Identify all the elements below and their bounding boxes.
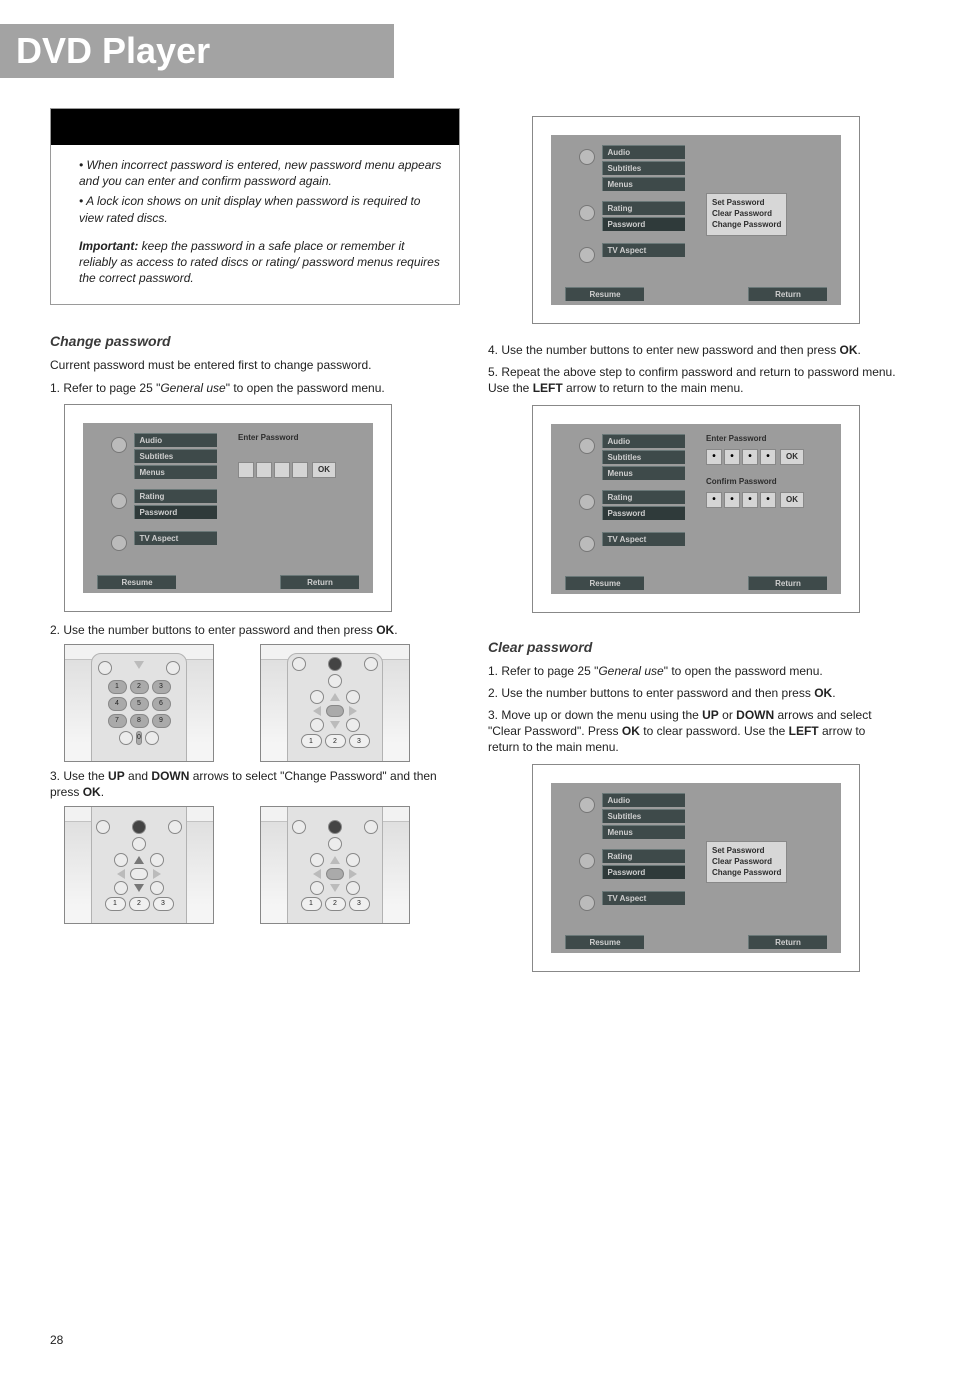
change-password-intro: Current password must be entered first t… [50, 357, 460, 373]
remote-arrows-row: 1 2 3 [64, 806, 460, 924]
language-icon [111, 437, 127, 453]
remote-ok-button [130, 868, 148, 880]
popup-set-password: Set Password [712, 197, 781, 208]
remote-updown-image: 1 2 3 [64, 806, 214, 924]
important-label: Important: [79, 239, 138, 253]
language-icon [579, 149, 595, 165]
remote-dpad [309, 691, 361, 731]
popup-change-password: Change Password [712, 219, 781, 230]
clear-password-heading: Clear password [488, 639, 898, 655]
pw-ok-btn: OK [312, 462, 336, 478]
osd-subtitles-item: Subtitles [134, 449, 217, 463]
page-number: 28 [50, 1333, 63, 1347]
osd-password-popup-screenshot: Audio Subtitles Menus Rating Password [532, 116, 860, 324]
password-options-popup-2: Set Password Clear Password Change Passw… [706, 841, 787, 884]
pw-box-filled [724, 492, 740, 508]
pw-box-filled [706, 492, 722, 508]
tv-icon [579, 247, 595, 263]
note-bullet-1: • When incorrect password is entered, ne… [79, 157, 443, 189]
remote-ok-image: 1 2 3 [260, 644, 410, 762]
lock-icon [579, 494, 595, 510]
pw-box [292, 462, 308, 478]
remote-key-0: 0 [136, 731, 142, 745]
note-bullet-2: • A lock icon shows on unit display when… [79, 193, 443, 225]
right-column: Audio Subtitles Menus Rating Password [488, 108, 898, 982]
clear-password-step3: 3. Move up or down the menu using the UP… [488, 707, 898, 756]
change-password-step1: 1. Refer to page 25 "General use" to ope… [50, 380, 460, 396]
note-box: • When incorrect password is entered, ne… [50, 108, 460, 305]
lock-icon [579, 853, 595, 869]
note-header-bar [51, 109, 459, 145]
popup-clear-password: Clear Password [712, 208, 781, 219]
remote-key-6: 6 [152, 697, 171, 711]
osd-return-btn: Return [280, 575, 359, 589]
clear-password-step1: 1. Refer to page 25 "General use" to ope… [488, 663, 898, 679]
pw-box-filled [742, 449, 758, 465]
remote-key-4: 4 [108, 697, 127, 711]
osd-rating-item: Rating [134, 489, 217, 503]
change-password-heading: Change password [50, 333, 460, 349]
osd-clear-password-screenshot: Audio Subtitles Menus Rating Password [532, 764, 860, 972]
change-password-step3: 3. Use the UP and DOWN arrows to select … [50, 768, 460, 800]
osd-audio-item: Audio [134, 433, 217, 447]
osd-password-item: Password [134, 505, 217, 519]
remote-key-8: 8 [130, 714, 149, 728]
note-important: Important: keep the password in a safe p… [79, 238, 443, 287]
clear-password-step2: 2. Use the number buttons to enter passw… [488, 685, 898, 701]
step4: 4. Use the number buttons to enter new p… [488, 342, 898, 358]
tv-icon [111, 535, 127, 551]
pw-box-filled [760, 492, 776, 508]
osd-enter-password-screenshot: Audio Subtitles Menus Rating Password [64, 404, 392, 612]
remote-ok-button [326, 868, 344, 880]
pw-box-filled [724, 449, 740, 465]
language-icon [579, 797, 595, 813]
osd-tvaspect-item: TV Aspect [134, 531, 217, 545]
chapter-title: DVD Player [16, 30, 210, 72]
tv-icon [579, 536, 595, 552]
remote-key-2: 2 [130, 680, 149, 694]
pw-box [238, 462, 254, 478]
remote-key-9: 9 [152, 714, 171, 728]
pw-box-filled [742, 492, 758, 508]
pw-box [274, 462, 290, 478]
lock-icon [579, 205, 595, 221]
osd-confirm-password-screenshot: Audio Subtitles Menus Rating Password [532, 405, 860, 613]
chapter-header: DVD Player [0, 24, 394, 78]
remote-key-3: 3 [152, 680, 171, 694]
enter-password-label: Enter Password [238, 433, 336, 442]
left-column: • When incorrect password is entered, ne… [50, 108, 460, 982]
tv-icon [579, 895, 595, 911]
remote-numpad-image: 1 2 3 4 5 6 7 8 9 0 [64, 644, 214, 762]
remote-key-5: 5 [130, 697, 149, 711]
change-password-step2: 2. Use the number buttons to enter passw… [50, 622, 460, 638]
lock-icon [111, 493, 127, 509]
enter-password-label: Enter Password [706, 434, 804, 443]
remote-ok-image-2: 1 2 3 [260, 806, 410, 924]
confirm-password-label: Confirm Password [706, 477, 804, 486]
remote-key-1: 1 [108, 680, 127, 694]
remote-down-arrow [134, 884, 144, 892]
remote-numbers-row: 1 2 3 4 5 6 7 8 9 0 [64, 644, 460, 762]
remote-ok-button [326, 705, 344, 717]
pw-box-filled [706, 449, 722, 465]
pw-box [256, 462, 272, 478]
osd-resume-btn: Resume [97, 575, 176, 589]
password-options-popup: Set Password Clear Password Change Passw… [706, 193, 787, 236]
remote-up-arrow [134, 856, 144, 864]
pw-box-filled [760, 449, 776, 465]
step5: 5. Repeat the above step to confirm pass… [488, 364, 898, 396]
language-icon [579, 438, 595, 454]
osd-menus-item: Menus [134, 465, 217, 479]
remote-key-7: 7 [108, 714, 127, 728]
